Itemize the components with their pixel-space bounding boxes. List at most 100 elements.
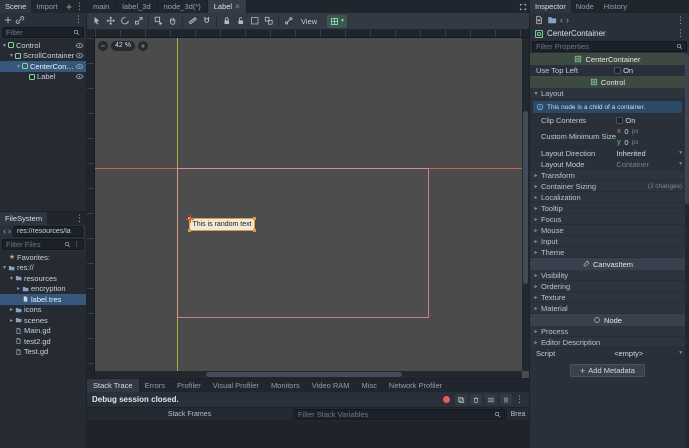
scrollbar-thumb[interactable] — [685, 54, 689, 204]
zoom-in-button[interactable] — [138, 41, 148, 51]
scene-tab-label[interactable]: Label× — [208, 0, 247, 13]
tool-ungroup-button[interactable] — [262, 15, 275, 28]
section-tooltip[interactable]: ▸Tooltip — [530, 203, 685, 214]
tool-rotate-button[interactable] — [118, 15, 131, 28]
category-centercontainer[interactable]: CenterContainer — [530, 53, 685, 65]
nav-forward-icon[interactable]: › — [8, 227, 11, 236]
chevron-down-icon[interactable]: ▾ — [8, 275, 15, 282]
object-menu-icon[interactable]: ⋮ — [676, 29, 685, 38]
view-menu-button[interactable]: View — [296, 15, 322, 28]
instance-scene-icon[interactable] — [15, 15, 25, 25]
dock-menu-icon[interactable]: ⋮ — [75, 2, 84, 11]
section-localization[interactable]: ▸Localization — [530, 192, 685, 203]
plus-icon[interactable] — [65, 3, 73, 11]
resize-handle[interactable] — [253, 217, 256, 220]
checkbox[interactable] — [614, 67, 621, 74]
fs-row-favorites[interactable]: ★Favorites: — [0, 252, 86, 263]
copy-button[interactable] — [455, 394, 467, 405]
debugger-tab-visual-profiler[interactable]: Visual Profiler — [207, 379, 265, 392]
dock-tab-import[interactable]: Import — [31, 0, 62, 13]
fs-row-encryption[interactable]: ▸encryption — [0, 284, 86, 295]
stack-variables-list[interactable] — [293, 421, 506, 448]
tool-lock-button[interactable] — [220, 15, 233, 28]
scene-tree-row-centercontainer[interactable]: ▾CenterContainer — [0, 61, 86, 72]
inspector-menu-icon[interactable]: ⋮ — [676, 16, 685, 25]
dropdown-script[interactable]: <empty>▾ — [614, 349, 685, 358]
category-canvasitem[interactable]: CanvasItem — [530, 258, 685, 270]
inspector-tab-history[interactable]: History — [599, 0, 632, 13]
history-back-icon[interactable]: ‹ — [560, 16, 563, 25]
category-control[interactable]: Control — [530, 76, 685, 88]
debugger-tab-stack-trace[interactable]: Stack Trace — [87, 379, 139, 392]
chevron-down-icon[interactable]: ▾ — [1, 264, 8, 271]
debugger-tab-profiler[interactable]: Profiler — [171, 379, 207, 392]
section-transform[interactable]: ▸Transform — [530, 170, 685, 181]
pause-button[interactable] — [500, 394, 512, 405]
inspector-scrollbar[interactable] — [685, 54, 689, 448]
collapse-button[interactable] — [485, 394, 497, 405]
fs-row-label-tres[interactable]: label.tres — [0, 294, 86, 305]
new-resource-icon[interactable] — [534, 15, 544, 25]
fs-row-main-gd[interactable]: Main.gd — [0, 326, 86, 337]
visibility-toggle-icon[interactable] — [75, 41, 84, 50]
snap-options-button[interactable]: ▾ — [327, 15, 347, 28]
scene-filter-input[interactable] — [6, 28, 71, 37]
filesystem-menu-icon[interactable]: ⋮ — [75, 214, 84, 223]
section-material[interactable]: ▸Material — [530, 303, 685, 314]
canvas-viewport[interactable]: 42 % This is random text — [87, 30, 529, 378]
section-layout[interactable]: ▾Layout — [530, 88, 685, 99]
fs-row-resources[interactable]: ▾resources — [0, 273, 86, 284]
tool-pan-button[interactable] — [166, 15, 179, 28]
section-editor-description[interactable]: ▸Editor Description — [530, 337, 685, 348]
stack-variables-filter-input[interactable] — [298, 410, 492, 419]
category-node[interactable]: Node — [530, 314, 685, 326]
fs-row-test2-gd[interactable]: test2.gd — [0, 336, 86, 347]
vector-y-field[interactable]: y0px — [616, 137, 682, 148]
chevron-right-icon[interactable]: ▸ — [8, 317, 15, 324]
fs-row-res[interactable]: ▾res:// — [0, 263, 86, 274]
scrollbar-thumb[interactable] — [523, 111, 528, 284]
tool-list-select-button[interactable] — [152, 15, 165, 28]
tool-magnet-button[interactable] — [200, 15, 213, 28]
chevron-down-icon[interactable]: ▾ — [8, 52, 15, 59]
tool-scale-button[interactable] — [132, 15, 145, 28]
scene-tree-row-label[interactable]: Label — [0, 72, 86, 83]
section-ordering[interactable]: ▸Ordering — [530, 281, 685, 292]
section-focus[interactable]: ▸Focus — [530, 214, 685, 225]
add-metadata-button[interactable]: +Add Metadata — [570, 364, 645, 377]
history-forward-icon[interactable]: › — [566, 16, 569, 25]
section-theme[interactable]: ▸Theme — [530, 247, 685, 258]
scene-tab-label-3d[interactable]: label_3d — [116, 0, 157, 13]
tab-close-icon[interactable]: × — [235, 3, 240, 11]
chevron-right-icon[interactable]: ▸ — [15, 285, 22, 292]
horizontal-scrollbar[interactable] — [95, 371, 522, 378]
scrollbar-thumb[interactable] — [206, 372, 402, 377]
fs-row-scenes[interactable]: ▸scenes — [0, 315, 86, 326]
fs-row-test-gd[interactable]: Test.gd — [0, 347, 86, 358]
chevron-down-icon[interactable]: ▾ — [15, 63, 22, 70]
inspector-tab-node[interactable]: Node — [571, 0, 599, 13]
section-mouse[interactable]: ▸Mouse — [530, 225, 685, 236]
breakpoints-list[interactable] — [507, 420, 529, 448]
debugger-tab-monitors[interactable]: Monitors — [265, 379, 306, 392]
tool-unlock-button[interactable] — [234, 15, 247, 28]
scene-tree-menu-icon[interactable]: ⋮ — [74, 15, 83, 24]
section-visibility[interactable]: ▸Visibility — [530, 270, 685, 281]
scene-tree-row-control[interactable]: ▾Control — [0, 40, 86, 51]
vertical-scrollbar[interactable] — [522, 38, 529, 371]
chevron-right-icon[interactable]: ▸ — [8, 306, 15, 313]
tool-group-button[interactable] — [248, 15, 261, 28]
tool-bone-button[interactable] — [282, 15, 295, 28]
record-button[interactable] — [443, 396, 450, 403]
visibility-toggle-icon[interactable] — [75, 51, 84, 60]
scene-tab-main[interactable]: main — [87, 0, 116, 13]
dropdown-layout-direction[interactable]: Inherited▾ — [616, 149, 685, 158]
inspector-tab-inspector[interactable]: Inspector — [530, 0, 571, 13]
stack-frames-list[interactable] — [87, 420, 292, 448]
debugger-menu-icon[interactable]: ⋮ — [515, 395, 524, 404]
inspector-filter-input[interactable] — [536, 42, 674, 51]
filesystem-filter-input[interactable] — [6, 240, 62, 249]
tool-move-button[interactable] — [104, 15, 117, 28]
zoom-out-button[interactable] — [98, 41, 108, 51]
visibility-toggle-icon[interactable] — [75, 62, 84, 71]
